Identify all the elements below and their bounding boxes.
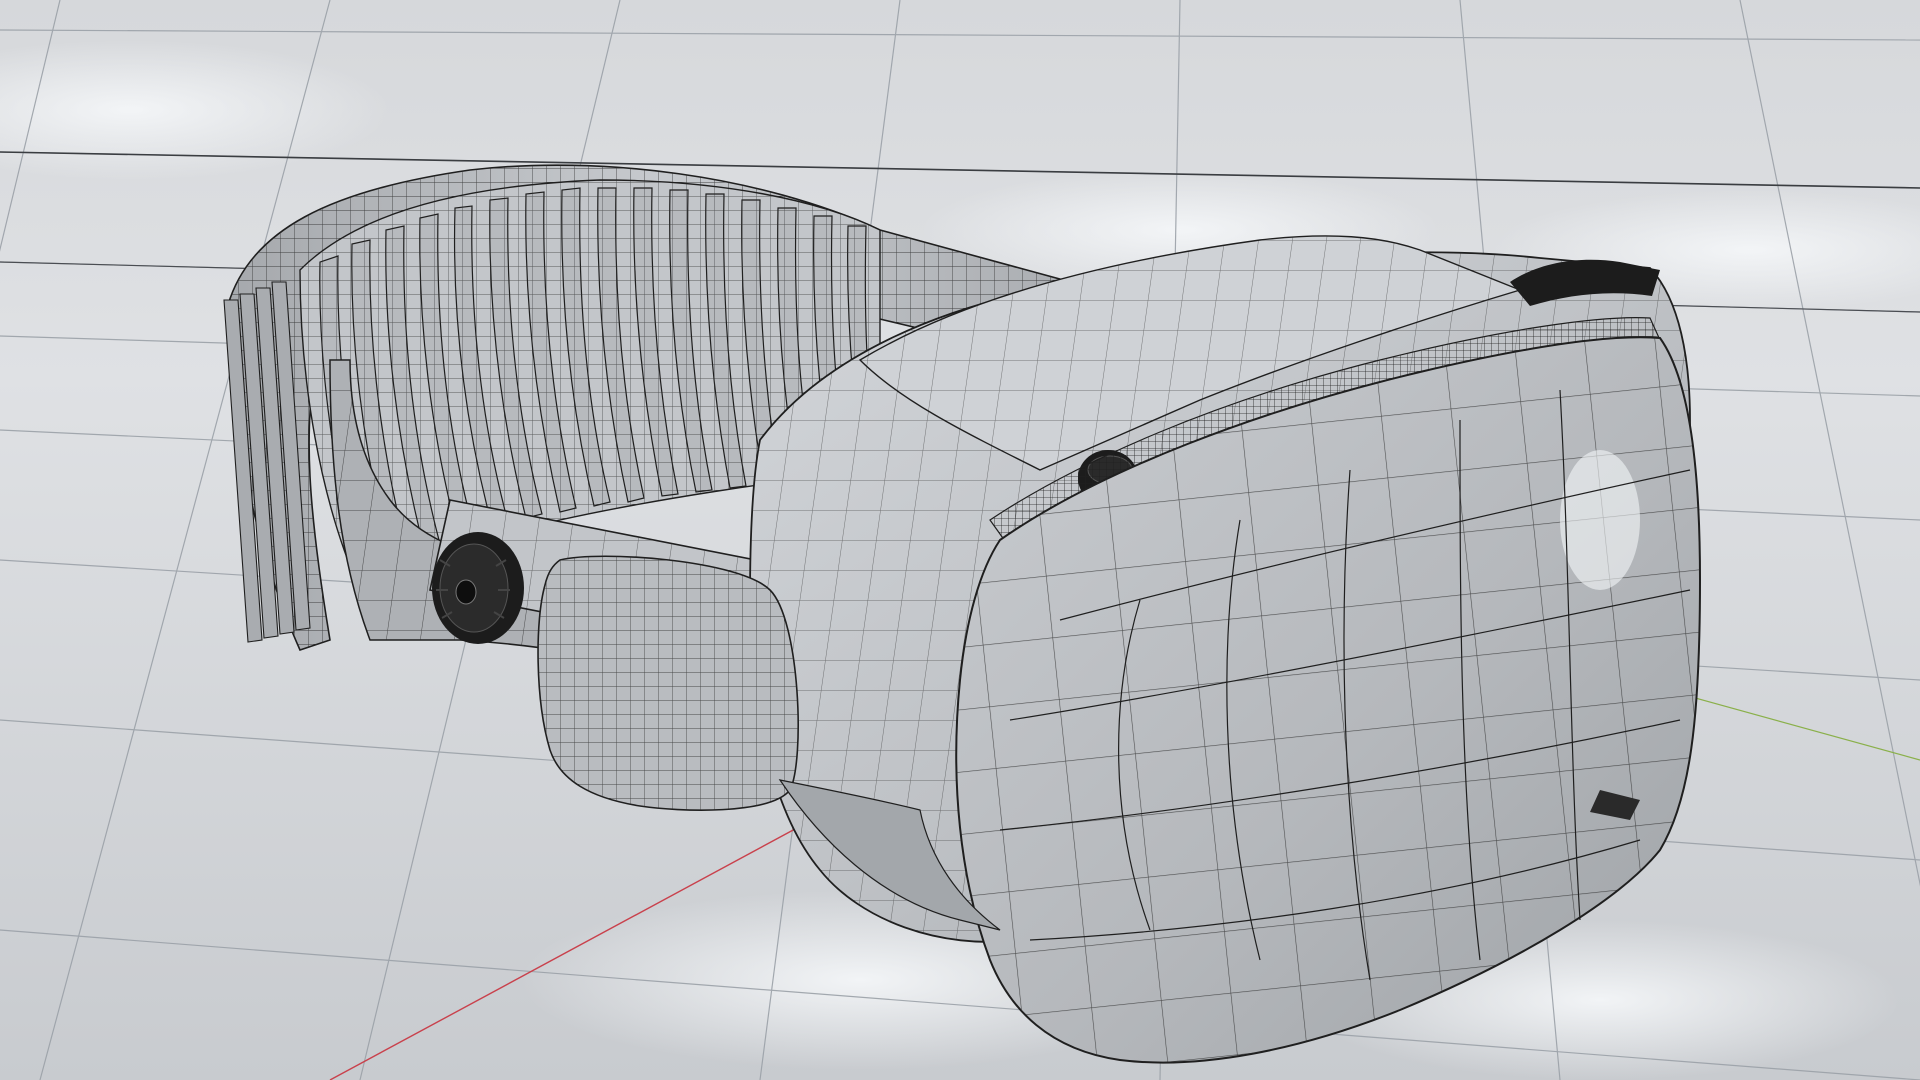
- front-cover-highlight: [1560, 450, 1640, 590]
- side-battery-pod: [537, 555, 799, 811]
- 3d-viewport[interactable]: [0, 0, 1920, 1080]
- fit-dial[interactable]: [432, 532, 524, 644]
